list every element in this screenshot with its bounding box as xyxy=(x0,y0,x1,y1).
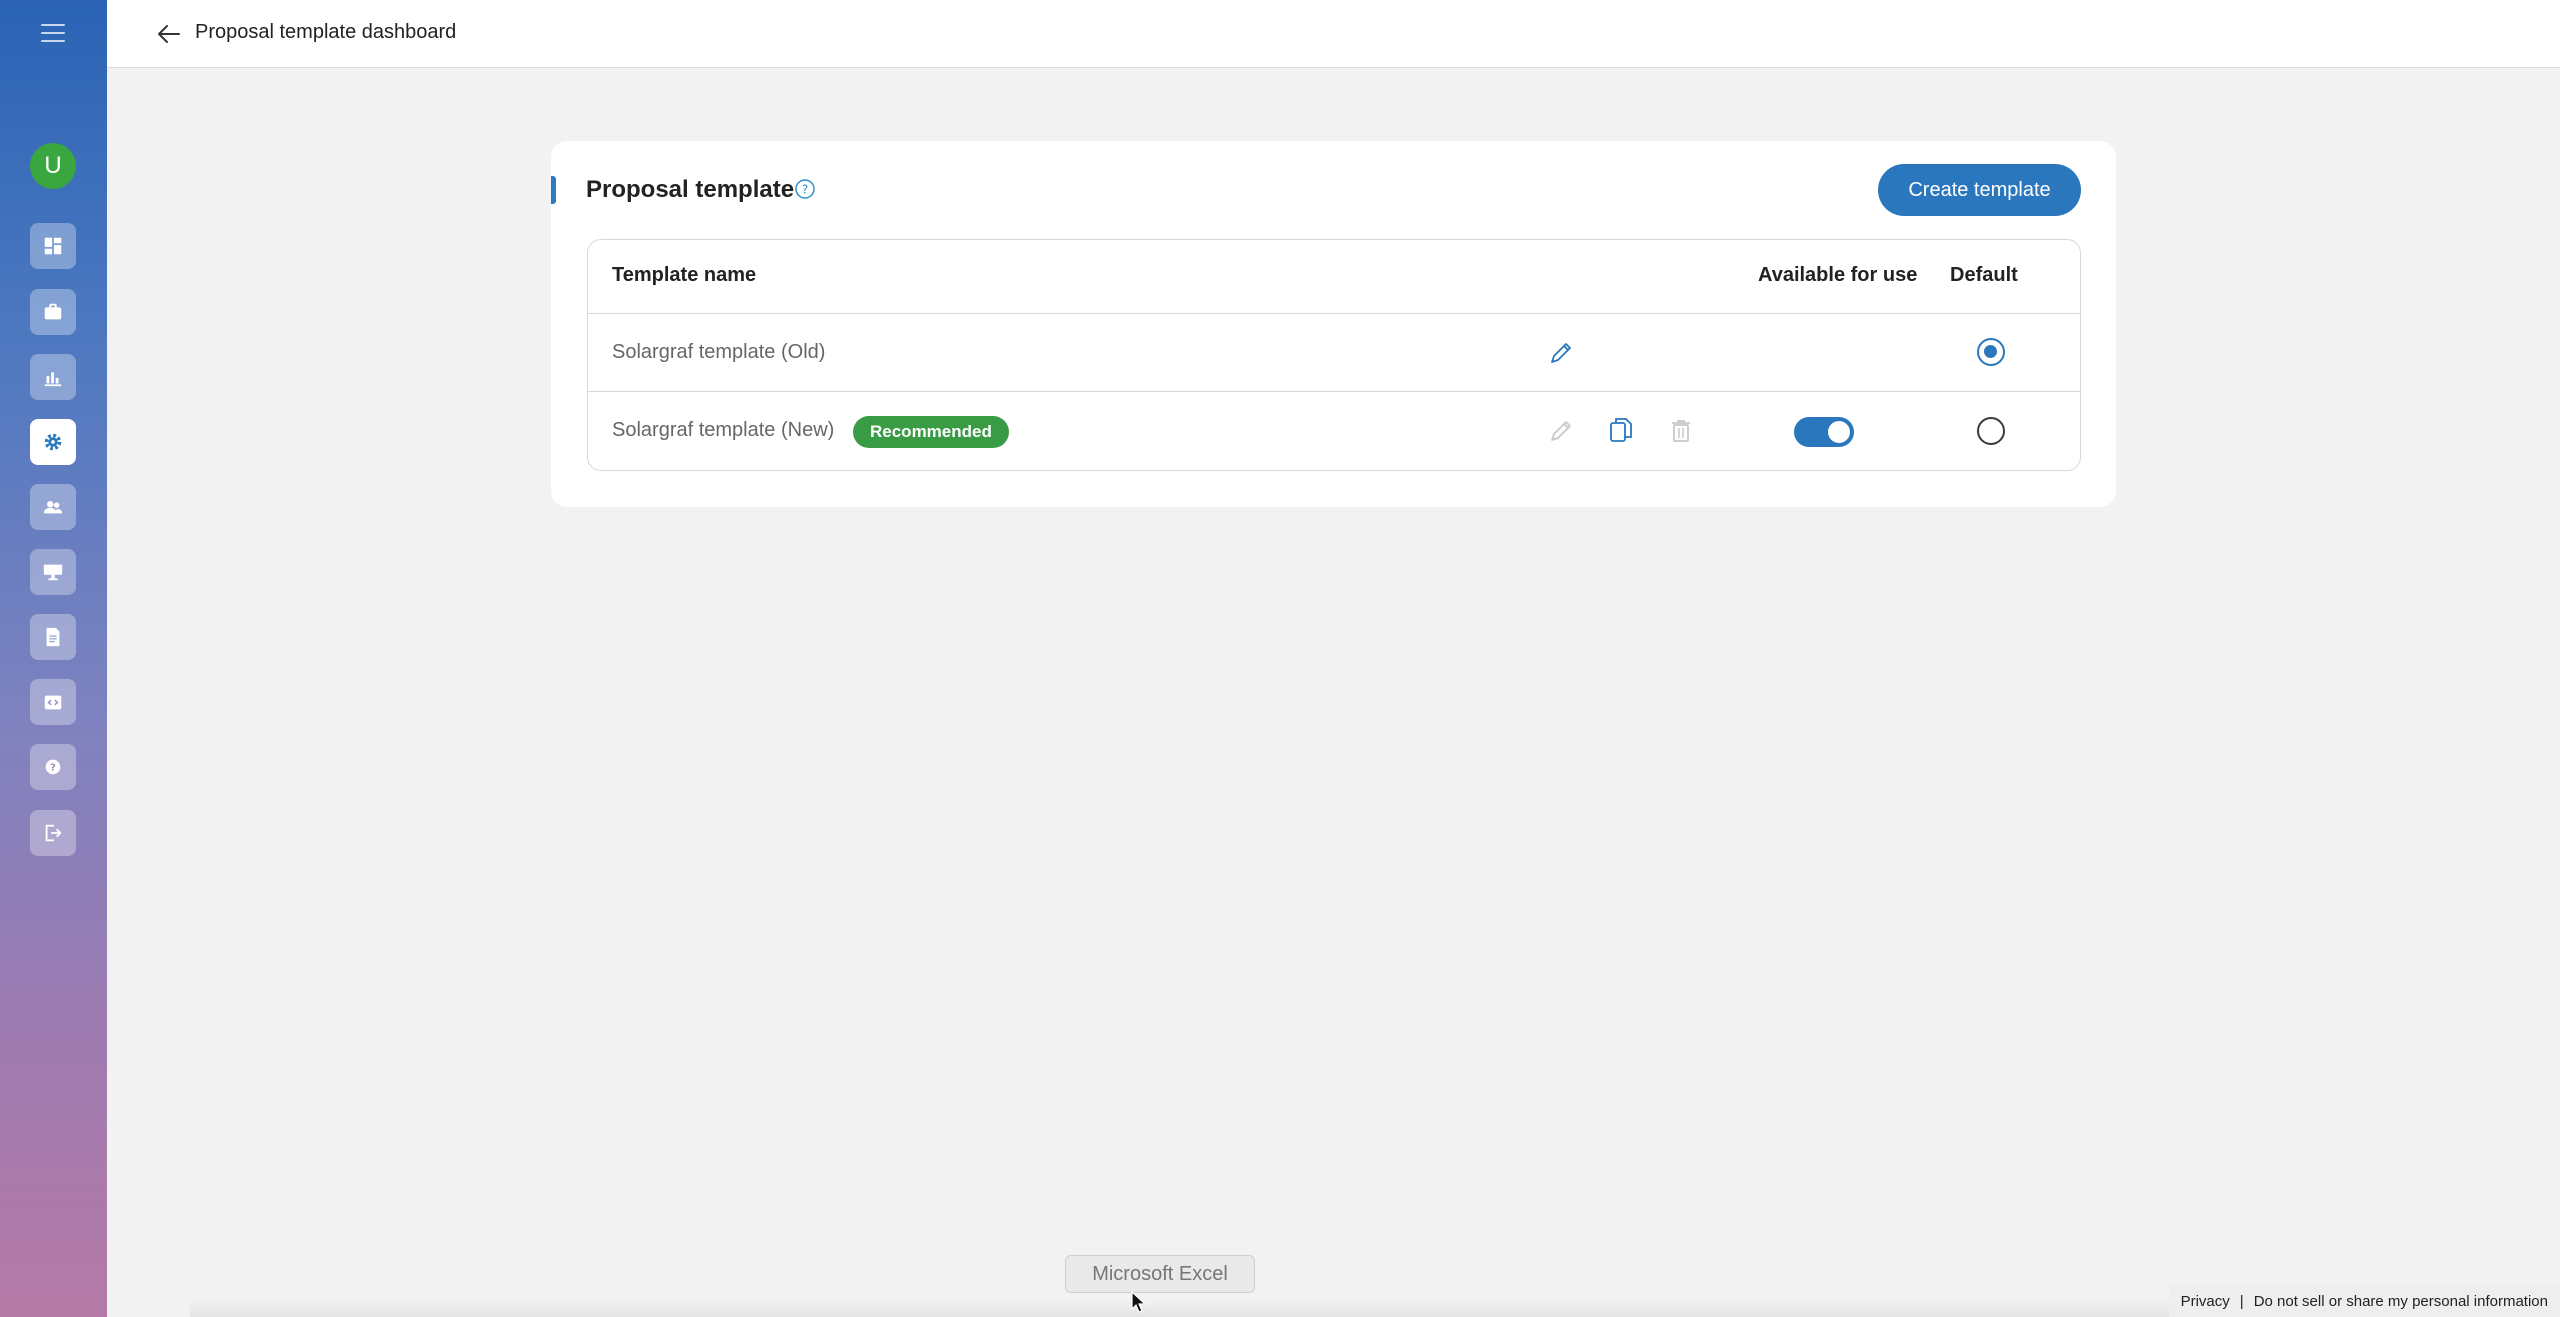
top-bar: Proposal template dashboard xyxy=(107,0,2560,68)
page-title: Proposal template dashboard xyxy=(195,21,457,43)
sidebar-item-developer[interactable] xyxy=(30,679,76,725)
help-icon: ? xyxy=(45,759,61,775)
briefcase-icon xyxy=(44,303,62,320)
footer-links: Privacy | Do not sell or share my person… xyxy=(2168,1285,2560,1317)
default-radio[interactable] xyxy=(1977,338,2005,366)
do-not-sell-link[interactable]: Do not sell or share my personal informa… xyxy=(2254,1293,2548,1310)
chart-icon xyxy=(44,372,62,387)
privacy-link[interactable]: Privacy xyxy=(2181,1293,2230,1310)
document-icon xyxy=(46,627,60,647)
footer-separator: | xyxy=(2239,1292,2244,1310)
default-radio[interactable] xyxy=(1977,417,2005,445)
svg-text:?: ? xyxy=(50,763,56,774)
pencil-icon xyxy=(1551,343,1571,363)
sidebar-item-logout[interactable] xyxy=(30,810,76,856)
sidebar-item-team[interactable] xyxy=(30,484,76,530)
avatar[interactable]: U xyxy=(30,143,76,189)
column-header-template-name: Template name xyxy=(612,264,757,286)
people-icon xyxy=(43,501,63,514)
logout-icon xyxy=(45,824,62,842)
card-accent-bar xyxy=(551,176,556,204)
gear-icon xyxy=(44,433,62,451)
delete-button-disabled xyxy=(1666,416,1696,446)
table-row: Solargraf template (Old) xyxy=(588,314,2080,392)
template-name: Solargraf template (New) xyxy=(612,419,835,441)
column-header-default: Default xyxy=(1950,264,2018,286)
proposal-template-card: Proposal template ? Create template Temp… xyxy=(551,141,2116,507)
mouse-cursor-icon xyxy=(1131,1290,1147,1313)
column-header-available: Available for use xyxy=(1758,264,1918,286)
question-circle-icon[interactable]: ? xyxy=(794,178,816,200)
sidebar-item-display[interactable] xyxy=(30,549,76,595)
recommended-badge: Recommended xyxy=(853,416,1009,448)
sidebar-item-reports[interactable] xyxy=(30,354,76,400)
create-template-button[interactable]: Create template xyxy=(1878,164,2081,216)
dashboard-icon xyxy=(44,237,62,255)
edit-button[interactable] xyxy=(1546,338,1576,368)
table-header: Template name Available for use Default xyxy=(588,240,2080,314)
sidebar-item-documents[interactable] xyxy=(30,614,76,660)
edit-button-disabled xyxy=(1546,416,1576,446)
pencil-icon xyxy=(1551,421,1571,441)
card-title: Proposal template xyxy=(586,176,795,203)
menu-icon[interactable] xyxy=(41,24,65,42)
table-row: Solargraf template (New) Recommended xyxy=(588,392,2080,470)
toggle-knob xyxy=(1828,421,1850,443)
sidebar-item-projects[interactable] xyxy=(30,289,76,335)
templates-table: Template name Available for use Default … xyxy=(587,239,2081,471)
sidebar: U ? xyxy=(0,0,107,1317)
svg-text:?: ? xyxy=(802,183,808,197)
copy-icon xyxy=(1610,418,1632,442)
available-toggle[interactable] xyxy=(1794,417,1854,447)
dock-shadow xyxy=(190,1300,2360,1317)
code-icon xyxy=(44,695,62,710)
duplicate-button[interactable] xyxy=(1606,415,1636,445)
trash-icon xyxy=(1672,420,1690,442)
taskbar-tooltip: Microsoft Excel xyxy=(1065,1255,1255,1293)
sidebar-item-dashboard[interactable] xyxy=(30,223,76,269)
sidebar-item-settings[interactable] xyxy=(30,419,76,465)
template-name: Solargraf template (Old) xyxy=(612,341,826,363)
sidebar-item-help[interactable]: ? xyxy=(30,744,76,790)
monitor-icon xyxy=(43,564,63,581)
back-arrow-icon[interactable] xyxy=(155,20,183,48)
